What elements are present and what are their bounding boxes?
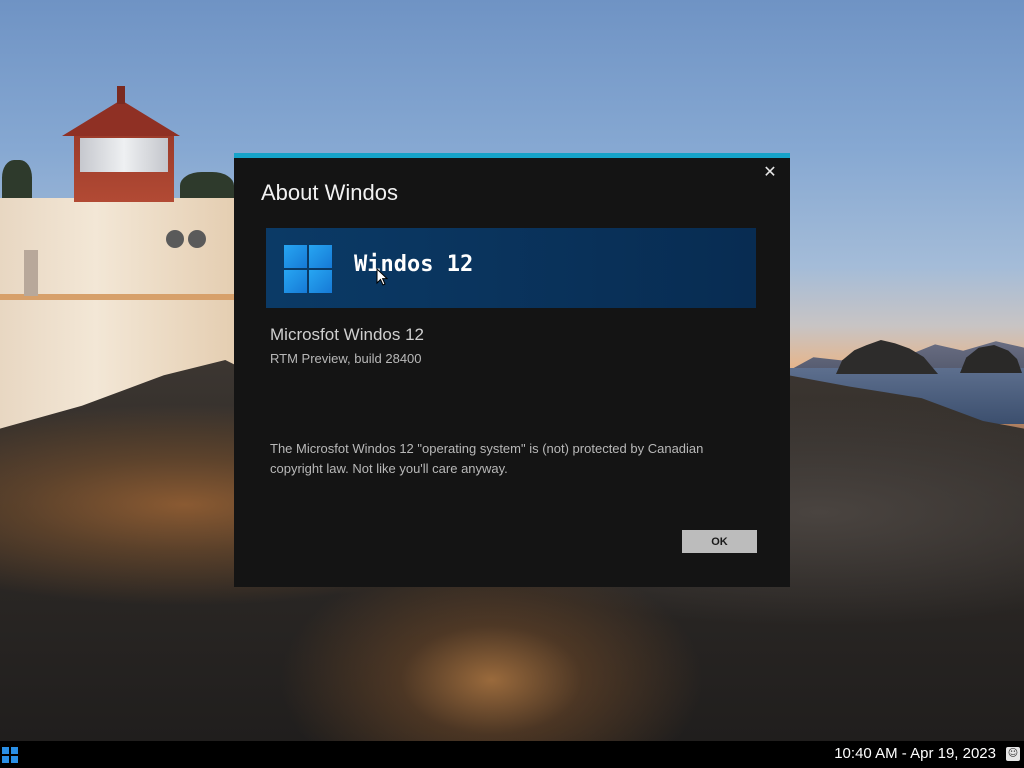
about-dialog: About Windos ✕ Windos 12 Microsfot Windo… [234, 153, 790, 587]
lighthouse-window [80, 138, 168, 172]
ok-button[interactable]: OK [682, 530, 757, 553]
foghorn [166, 230, 184, 248]
banner-title: Windos 12 [354, 252, 474, 277]
foghorn [188, 230, 206, 248]
close-button[interactable]: ✕ [760, 162, 780, 182]
dialog-title: About Windos [261, 180, 398, 205]
taskbar-clock[interactable]: 10:40 AM - Apr 19, 2023 [834, 745, 996, 762]
windows-logo-icon [284, 245, 332, 293]
close-icon: ✕ [763, 162, 777, 181]
product-name: Microsfot Windos 12 [270, 325, 424, 344]
notification-icon[interactable]: ☺ [1006, 747, 1020, 761]
start-button[interactable] [2, 747, 18, 763]
product-banner: Windos 12 [266, 228, 756, 308]
lighthouse-spire [117, 86, 125, 104]
lighthouse-roof [62, 100, 180, 136]
build-info: RTM Preview, build 28400 [270, 351, 422, 366]
taskbar: 10:40 AM - Apr 19, 2023 ☺ [0, 741, 1024, 768]
island [836, 340, 938, 374]
legal-text: The Microsfot Windos 12 "operating syste… [270, 441, 704, 476]
lighthouse-door [24, 250, 38, 296]
mouse-pointer-icon [376, 268, 388, 286]
